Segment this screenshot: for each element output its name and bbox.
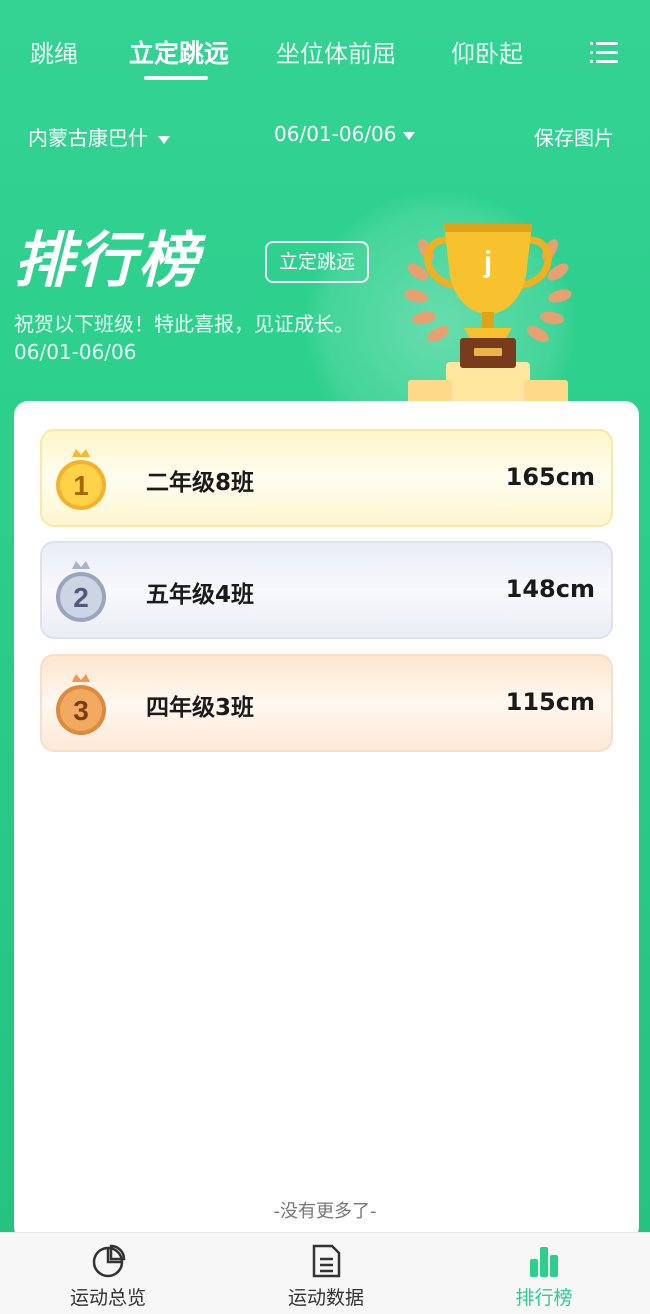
gold-medal-icon: 1 (56, 449, 106, 510)
date-range-selector[interactable]: 06/01-06/06 (274, 122, 415, 146)
tab-standing-long-jump[interactable]: 立定跳远 (129, 34, 229, 70)
nav-label: 运动数据 (287, 1287, 364, 1309)
chevron-down-icon (402, 131, 415, 140)
class-name: 二年级8班 (146, 470, 255, 496)
save-image-button[interactable]: 保存图片 (534, 122, 614, 151)
page-title: 排行榜 (14, 226, 200, 296)
active-tab-indicator (144, 76, 208, 80)
ranking-row-1[interactable]: 1 二年级8班 165cm (40, 429, 613, 527)
document-icon (312, 1244, 341, 1278)
ranking-row-2[interactable]: 2 五年级4班 148cm (40, 541, 613, 639)
silver-medal-icon: 2 (56, 561, 106, 622)
banner-date: 06/01-06/06 (14, 340, 137, 364)
ranking-card: 1 二年级8班 165cm 2 五年级4班 148cm 3 四年级3班 115c… (14, 401, 639, 1241)
nav-item-overview[interactable]: 运动总览 (28, 1233, 188, 1314)
bottom-nav: 运动总览 运动数据 排行榜 (0, 1232, 650, 1314)
date-range-label: 06/01-06/06 (274, 122, 397, 146)
svg-text:2: 2 (73, 582, 89, 613)
tab-sit-and-reach[interactable]: 坐位体前屈 (276, 34, 396, 69)
sport-tabs: 跳绳 立定跳远 坐位体前屈 仰卧起 (0, 0, 650, 100)
end-of-list-text: -没有更多了- (273, 1201, 377, 1222)
ranking-row-3[interactable]: 3 四年级3班 115cm (40, 654, 613, 752)
tab-jump-rope[interactable]: 跳绳 (30, 34, 78, 69)
sport-tag: 立定跳远 (265, 241, 370, 283)
tab-sit-ups[interactable]: 仰卧起 (451, 34, 523, 69)
class-name: 五年级4班 (146, 582, 255, 608)
svg-text:1: 1 (73, 470, 89, 501)
nav-label: 运动总览 (69, 1287, 146, 1309)
class-name: 四年级3班 (146, 695, 255, 721)
nav-item-sport-data[interactable]: 运动数据 (246, 1233, 406, 1314)
score-value: 148cm (505, 575, 595, 603)
score-value: 165cm (505, 463, 595, 491)
svg-text:3: 3 (73, 695, 89, 726)
region-label: 内蒙古康巴什 (28, 126, 148, 150)
nav-item-ranking[interactable]: 排行榜 (464, 1233, 624, 1314)
bronze-medal-icon: 3 (56, 674, 106, 735)
svg-text:j: j (483, 246, 492, 279)
congratulation-text: 祝贺以下班级！特此喜报，见证成长。 (14, 312, 354, 336)
pie-chart-icon (92, 1244, 126, 1278)
region-selector[interactable]: 内蒙古康巴什 (28, 122, 170, 151)
nav-label: 排行榜 (515, 1287, 573, 1309)
list-menu-icon[interactable] (590, 40, 620, 66)
chevron-down-icon (158, 135, 170, 144)
bar-chart-icon (530, 1247, 558, 1277)
trophy-icon: j (404, 224, 572, 405)
score-value: 115cm (505, 688, 595, 716)
